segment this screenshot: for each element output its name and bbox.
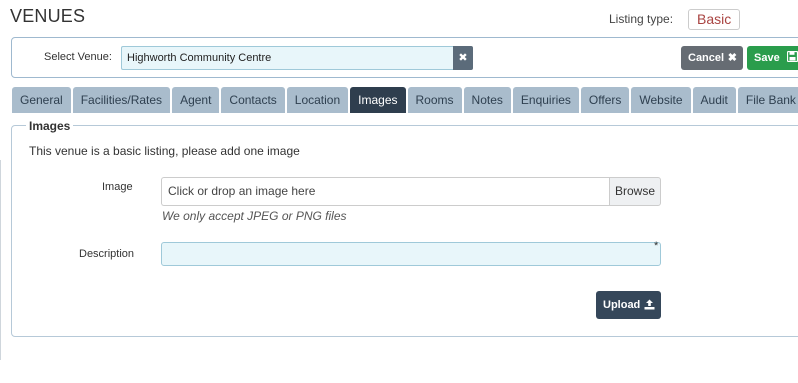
tab-audit[interactable]: Audit xyxy=(692,87,736,113)
upload-icon xyxy=(644,291,655,319)
venue-select-input[interactable]: Highworth Community Centre xyxy=(121,46,453,70)
basic-listing-note: This venue is a basic listing, please ad… xyxy=(29,144,300,158)
required-marker: * xyxy=(654,240,659,252)
tab-general[interactable]: General xyxy=(12,87,71,113)
tab-notes[interactable]: Notes xyxy=(463,87,511,113)
upload-button[interactable]: Upload xyxy=(596,291,661,319)
description-input[interactable] xyxy=(161,242,661,266)
upload-button-label: Upload xyxy=(603,299,641,311)
listing-type-badge: Basic xyxy=(688,9,741,30)
cancel-button[interactable]: Cancel ✖ xyxy=(681,46,743,70)
tab-contacts[interactable]: Contacts xyxy=(221,87,285,113)
tab-website[interactable]: Website xyxy=(631,87,691,113)
tab-rooms[interactable]: Rooms xyxy=(407,87,462,113)
image-field-label: Image xyxy=(102,181,133,193)
save-button[interactable]: Save xyxy=(747,46,798,70)
listing-type-label: Listing type: xyxy=(609,12,674,26)
tab-facilities-rates[interactable]: Facilities/Rates xyxy=(72,87,171,113)
save-button-label: Save xyxy=(754,52,780,64)
select-venue-label: Select Venue: xyxy=(44,51,112,63)
floppy-disk-icon xyxy=(786,46,798,70)
tab-location[interactable]: Location xyxy=(286,87,349,113)
browse-button[interactable]: Browse xyxy=(609,177,661,206)
clear-venue-icon[interactable]: ✖ xyxy=(453,46,473,70)
page-edge-divider xyxy=(0,160,1,360)
tab-file-bank[interactable]: File Bank xyxy=(737,87,798,113)
cancel-button-label: Cancel xyxy=(688,52,725,64)
tab-offers[interactable]: Offers xyxy=(580,87,630,113)
tab-images[interactable]: Images xyxy=(350,87,406,113)
file-type-hint: We only accept JPEG or PNG files xyxy=(162,209,347,223)
tab-agent[interactable]: Agent xyxy=(172,87,220,113)
images-panel-legend: Images xyxy=(26,119,74,133)
close-icon: ✖ xyxy=(727,52,737,64)
tab-enquiries[interactable]: Enquiries xyxy=(512,87,579,113)
image-drop-zone[interactable]: Click or drop an image here xyxy=(161,177,610,206)
page-title: VENUES xyxy=(10,6,86,26)
venue-tabs: General Facilities/Rates Agent Contacts … xyxy=(12,87,798,113)
description-field-label: Description xyxy=(79,248,135,260)
